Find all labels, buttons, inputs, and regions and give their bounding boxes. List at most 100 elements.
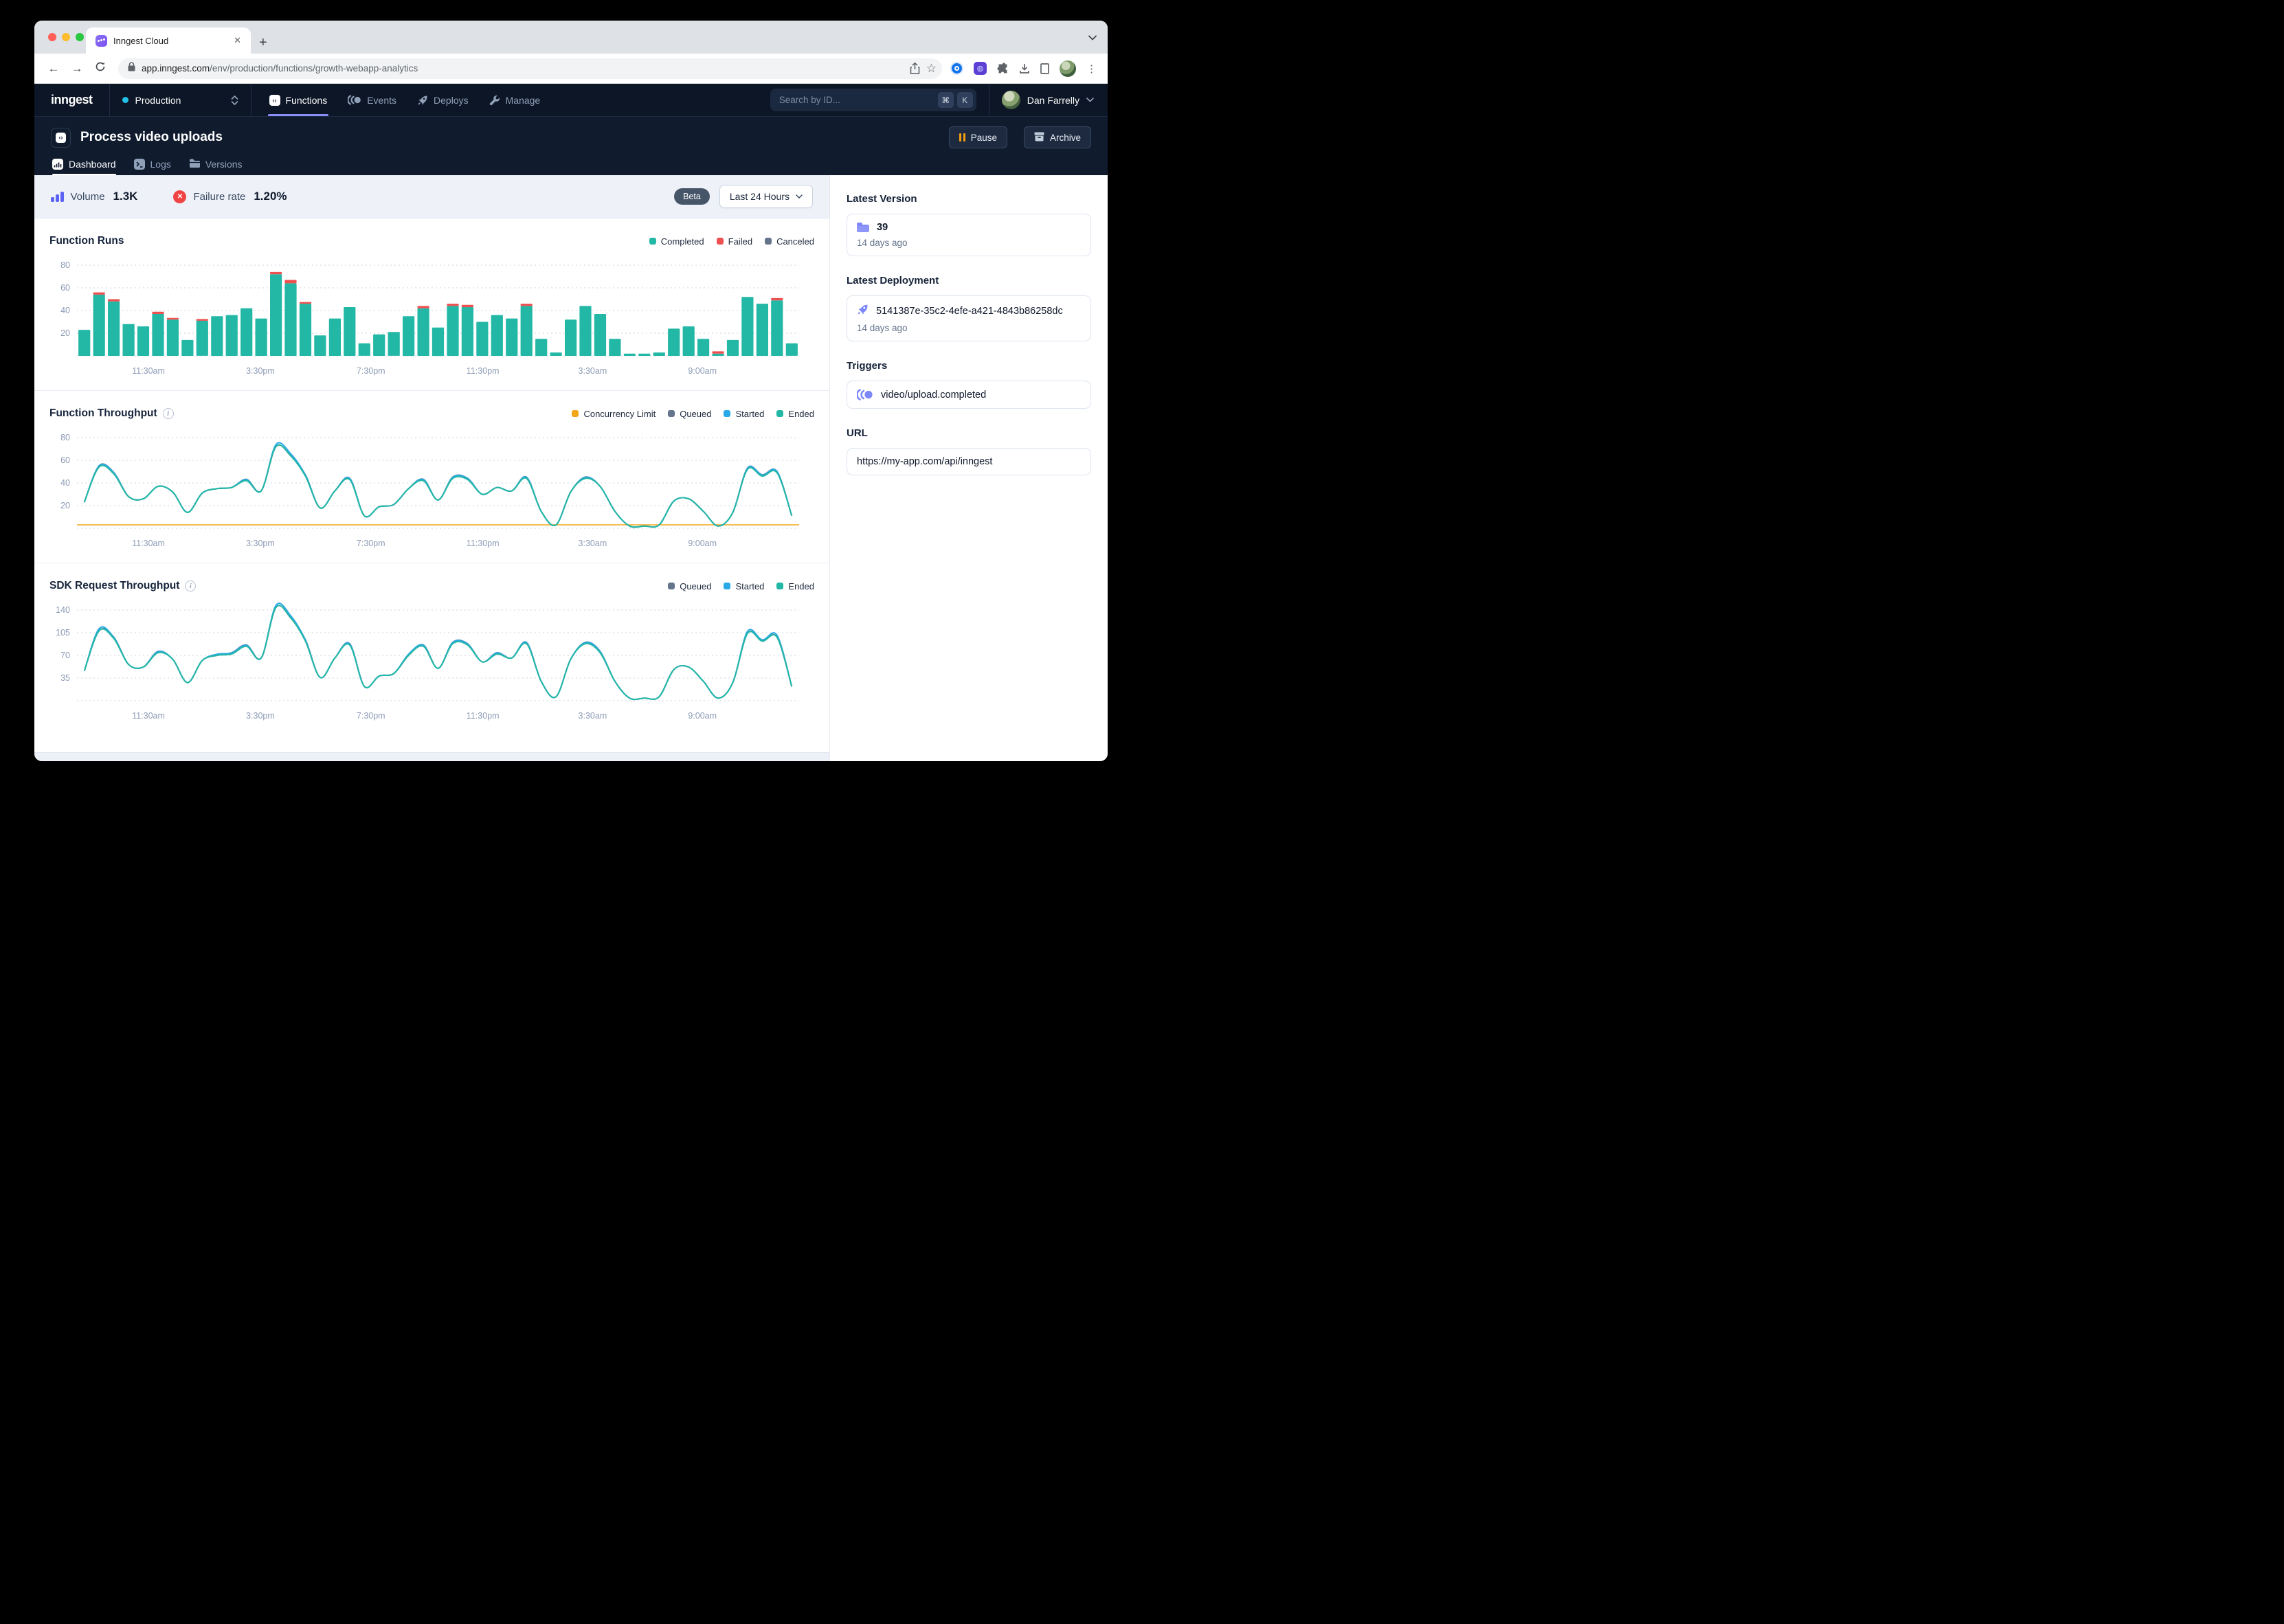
latest-version-value: 39 bbox=[877, 222, 888, 233]
folder-icon bbox=[857, 223, 869, 232]
svg-text:60: 60 bbox=[60, 455, 70, 465]
info-icon[interactable]: i bbox=[185, 580, 196, 591]
legend-item: Failed bbox=[717, 236, 752, 247]
nav-link-events[interactable]: Events bbox=[339, 84, 405, 116]
svg-text:35: 35 bbox=[60, 673, 70, 683]
inngest-favicon-icon bbox=[96, 35, 107, 47]
environment-selector[interactable]: Production bbox=[110, 84, 251, 116]
legend-item: Ended bbox=[776, 581, 814, 591]
trigger-value: video/upload.completed bbox=[881, 390, 986, 401]
chart-legend: QueuedStartedEnded bbox=[668, 581, 814, 591]
new-tab-button[interactable]: + bbox=[259, 36, 267, 49]
failure-rate-label: Failure rate bbox=[193, 191, 245, 203]
legend-item: Completed bbox=[649, 236, 704, 247]
svg-text:105: 105 bbox=[56, 628, 70, 638]
dashboard-icon bbox=[52, 159, 63, 170]
tab-close-icon[interactable]: ✕ bbox=[231, 34, 244, 47]
chart-title: SDK Request Throughputi bbox=[49, 580, 196, 592]
svg-text:3:30am: 3:30am bbox=[579, 366, 607, 376]
search-input[interactable] bbox=[779, 95, 934, 105]
legend-dot-icon bbox=[668, 410, 675, 417]
browser-window: Inngest Cloud ✕ + ← → app.inngest.com/en… bbox=[34, 21, 1108, 761]
back-button-icon[interactable]: ← bbox=[44, 62, 63, 76]
kbd-k: K bbox=[957, 92, 973, 108]
tab-search-chevron-icon[interactable] bbox=[1088, 32, 1097, 44]
forward-button-icon[interactable]: → bbox=[67, 62, 87, 76]
lock-icon bbox=[128, 62, 135, 75]
function-throughput-chart[interactable]: 2040608011:30am3:30pm7:30pm11:30pm3:30am… bbox=[49, 425, 814, 563]
latest-version-section: Latest Version 39 14 days ago bbox=[847, 193, 1091, 256]
address-bar[interactable]: app.inngest.com/env/production/functions… bbox=[118, 58, 942, 79]
share-icon[interactable] bbox=[910, 63, 920, 74]
nav-link-deploys[interactable]: Deploys bbox=[409, 84, 477, 116]
extensions-puzzle-icon[interactable] bbox=[997, 63, 1009, 74]
trigger-card[interactable]: video/upload.completed bbox=[847, 381, 1091, 409]
svg-text:20: 20 bbox=[60, 501, 70, 510]
close-window-button[interactable] bbox=[48, 33, 56, 41]
chart-title: Function Runs bbox=[49, 235, 124, 247]
updown-chevron-icon bbox=[231, 95, 238, 106]
pause-button[interactable]: Pause bbox=[949, 126, 1007, 148]
inngest-logo[interactable]: inngest bbox=[34, 84, 109, 116]
latest-deployment-card[interactable]: 5141387e-35c2-4efe-a421-4843b86258dc 14 … bbox=[847, 295, 1091, 341]
kbd-cmd: ⌘ bbox=[938, 92, 954, 108]
purple-extension-icon[interactable]: ◍ bbox=[974, 62, 987, 75]
bookmark-star-icon[interactable]: ☆ bbox=[926, 62, 937, 76]
sdk-throughput-chart[interactable]: 357010514011:30am3:30pm7:30pm11:30pm3:30… bbox=[49, 598, 814, 735]
rocket-icon bbox=[417, 95, 428, 106]
stats-bar: Volume 1.3K ✕ Failure rate 1.20% Beta La… bbox=[34, 175, 829, 218]
tab-logs[interactable]: Logs bbox=[134, 153, 171, 175]
svg-text:3:30am: 3:30am bbox=[579, 711, 607, 721]
svg-text:3:30pm: 3:30pm bbox=[246, 539, 275, 548]
tab-dashboard[interactable]: Dashboard bbox=[52, 153, 116, 175]
search-box[interactable]: ⌘ K bbox=[770, 89, 976, 111]
legend-dot-icon bbox=[776, 583, 783, 589]
latest-deployment-value: 5141387e-35c2-4efe-a421-4843b86258dc bbox=[876, 306, 1063, 317]
environment-status-dot bbox=[122, 97, 128, 103]
svg-text:9:00am: 9:00am bbox=[688, 711, 717, 721]
nav-link-manage[interactable]: Manage bbox=[481, 84, 549, 116]
failure-icon: ✕ bbox=[173, 190, 186, 203]
legend-item: Concurrency Limit bbox=[572, 409, 656, 419]
latest-version-card[interactable]: 39 14 days ago bbox=[847, 214, 1091, 256]
maximize-window-button[interactable] bbox=[76, 33, 84, 41]
functions-icon: ‹› bbox=[269, 95, 280, 106]
triggers-section: Triggers video/upload.completed bbox=[847, 360, 1091, 409]
browser-tab[interactable]: Inngest Cloud ✕ bbox=[86, 27, 251, 54]
wrench-icon bbox=[489, 95, 500, 106]
chart-legend: CompletedFailedCanceled bbox=[649, 236, 814, 247]
function-runs-section: Function Runs CompletedFailedCanceled 20… bbox=[34, 218, 829, 390]
svg-text:60: 60 bbox=[60, 283, 70, 293]
minimize-window-button[interactable] bbox=[62, 33, 70, 41]
legend-dot-icon bbox=[649, 238, 656, 245]
browser-profile-avatar[interactable] bbox=[1060, 60, 1076, 77]
svg-text:11:30am: 11:30am bbox=[132, 539, 165, 548]
svg-text:70: 70 bbox=[60, 651, 70, 660]
reload-button-icon[interactable] bbox=[91, 61, 110, 76]
url-card[interactable]: https://my-app.com/api/inngest bbox=[847, 448, 1091, 475]
page-title: Process video uploads bbox=[80, 130, 932, 145]
time-range-select[interactable]: Last 24 Hours bbox=[719, 185, 813, 208]
tab-versions[interactable]: Versions bbox=[189, 153, 243, 175]
legend-dot-icon bbox=[776, 410, 783, 417]
failure-rate-value: 1.20% bbox=[254, 190, 287, 203]
onepassword-extension-icon[interactable] bbox=[950, 62, 963, 75]
browser-menu-icon[interactable]: ⋮ bbox=[1086, 63, 1097, 75]
download-icon[interactable] bbox=[1019, 63, 1030, 74]
legend-item: Queued bbox=[668, 409, 711, 419]
failure-rate-stat: ✕ Failure rate 1.20% bbox=[173, 190, 287, 203]
archive-button[interactable]: Archive bbox=[1024, 126, 1091, 148]
info-icon[interactable]: i bbox=[163, 408, 174, 419]
svg-text:7:30pm: 7:30pm bbox=[357, 366, 385, 376]
legend-item: Ended bbox=[776, 409, 814, 419]
function-icon: ‹› bbox=[51, 128, 71, 148]
svg-text:20: 20 bbox=[60, 328, 70, 338]
user-menu[interactable]: Dan Farrelly bbox=[989, 84, 1108, 116]
function-runs-chart[interactable]: 2040608011:30am3:30pm7:30pm11:30pm3:30am… bbox=[49, 253, 814, 390]
reading-list-icon[interactable] bbox=[1040, 63, 1049, 74]
nav-link-functions[interactable]: ‹› Functions bbox=[261, 84, 336, 116]
svg-text:40: 40 bbox=[60, 478, 70, 488]
app-topnav: inngest Production ‹› Functions Events bbox=[34, 84, 1108, 117]
volume-icon bbox=[51, 192, 64, 202]
legend-item: Started bbox=[724, 409, 764, 419]
